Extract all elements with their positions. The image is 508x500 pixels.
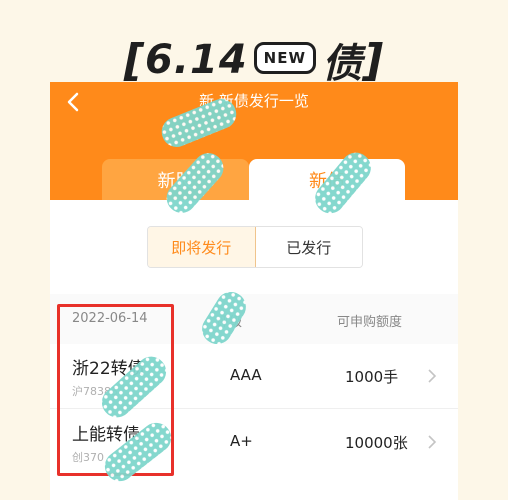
bond-quota: 10000张	[345, 434, 408, 452]
headline-date: 6.14	[144, 37, 248, 83]
chevron-right-icon	[428, 369, 437, 383]
bond-rating: A+	[230, 432, 253, 450]
headline-close-bracket: ]	[363, 34, 385, 86]
issued-button[interactable]: 已发行	[255, 227, 362, 267]
top-bar: 新 新债发行一览 新股 新债	[50, 82, 458, 200]
headline-open-bracket: [	[123, 34, 145, 86]
new-badge: NEW	[253, 42, 317, 74]
headline-bond: 债	[322, 41, 364, 87]
bond-quota: 1000手	[345, 368, 399, 386]
chevron-right-icon	[428, 435, 437, 449]
page-headline: [ 6.14 NEW 债 ]	[0, 30, 508, 90]
upcoming-issue-button[interactable]: 即将发行	[148, 227, 256, 267]
issue-status-toggle: 即将发行 已发行	[147, 226, 363, 268]
quota-column-header: 可申购额度	[337, 315, 403, 330]
nav-title: 新 新债发行一览	[199, 92, 309, 110]
bond-rating: AAA	[230, 366, 262, 384]
